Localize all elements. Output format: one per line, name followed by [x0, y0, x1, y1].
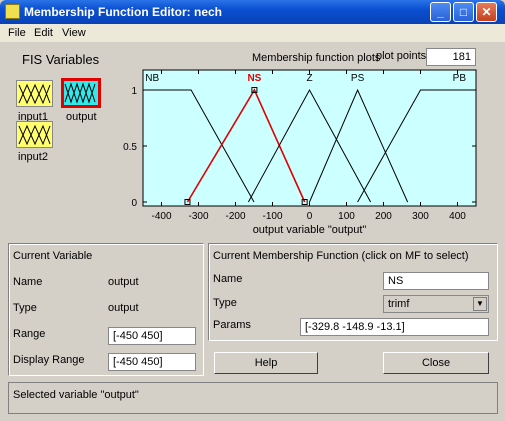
mf-params-label: Params [213, 319, 251, 331]
x-tick-label: 0 [307, 211, 313, 222]
current-variable-title: Current Variable [13, 250, 93, 262]
variable-type-label: Type [13, 302, 37, 314]
membership-function-plot[interactable]: -400 -300 -200 -100 0 100 200 300 400 0 0.5 1 output… [0, 0, 505, 240]
range-label: Range [13, 328, 46, 340]
display-range-input[interactable]: [-450 450] [108, 353, 196, 371]
mf-name-label: Name [213, 273, 243, 285]
mf-label-pb: PB [453, 73, 467, 84]
x-tick-label: -200 [225, 211, 245, 222]
x-tick-label: 400 [449, 211, 466, 222]
mf-type-label: Type [213, 297, 237, 309]
mf-label-z: Z [306, 73, 312, 84]
display-range-label: Display Range [13, 354, 85, 366]
x-tick-label: 200 [375, 211, 392, 222]
y-tick-label: 0 [131, 198, 137, 209]
mf-type-select[interactable]: trimf ▼ [383, 295, 489, 313]
status-bar: Selected variable "output" [8, 382, 498, 414]
mf-label-ns: NS [247, 73, 261, 84]
x-tick-label: -300 [188, 211, 208, 222]
x-tick-label: -100 [262, 211, 282, 222]
variable-name-label: Name [13, 276, 43, 288]
current-mf-title: Current Membership Function (click on MF… [213, 250, 469, 262]
chevron-down-icon[interactable]: ▼ [473, 297, 487, 311]
y-tick-label: 1 [131, 86, 137, 97]
mf-params-input[interactable]: [-329.8 -148.9 -13.1] [300, 318, 489, 336]
variable-type-value: output [108, 302, 139, 314]
x-tick-label: -400 [151, 211, 171, 222]
mf-type-value: trimf [388, 298, 410, 310]
x-tick-label: 300 [412, 211, 429, 222]
x-tick-label: 100 [338, 211, 355, 222]
help-button[interactable]: Help [214, 352, 318, 374]
close-button[interactable]: Close [383, 352, 489, 374]
range-input[interactable]: [-450 450] [108, 327, 196, 345]
mf-label-nb: NB [145, 73, 159, 84]
mf-label-ps: PS [351, 73, 365, 84]
y-tick-label: 0.5 [123, 142, 137, 153]
variable-name-value: output [108, 276, 139, 288]
x-axis-label: output variable "output" [253, 224, 367, 236]
mf-name-input[interactable]: NS [383, 272, 489, 290]
